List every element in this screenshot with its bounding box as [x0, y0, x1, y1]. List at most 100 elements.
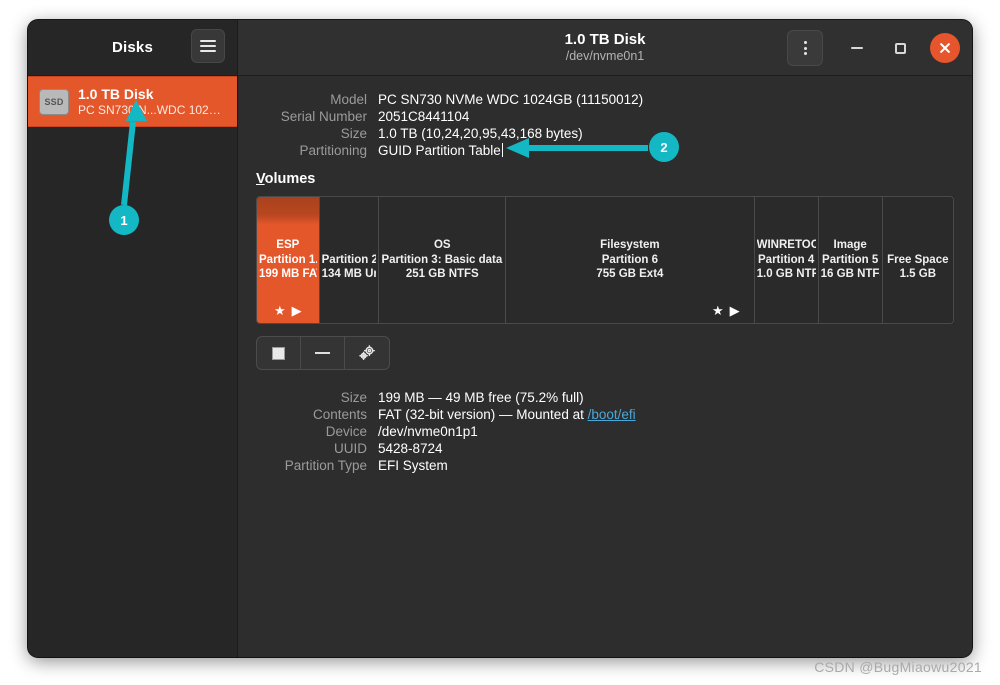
- volume-label-line: Partition 4: [757, 253, 816, 268]
- volume-label-line: 1.0 GB NTFS: [757, 267, 816, 282]
- hamburger-menu-icon[interactable]: [191, 29, 225, 63]
- volume-label-line: Free Space: [885, 253, 951, 268]
- volume-label-line: 1.5 GB: [885, 267, 951, 282]
- volume-label-line: 199 MB FAT: [259, 267, 317, 282]
- ssd-icon: SSD: [39, 89, 69, 115]
- volume-details-link[interactable]: /boot/efi: [588, 407, 636, 422]
- volume-partition[interactable]: ImagePartition 516 GB NTFS: [819, 197, 883, 323]
- vertical-dots-glyph: [804, 39, 807, 56]
- dot: [804, 41, 807, 44]
- sidebar-disk-item[interactable]: SSD 1.0 TB DiskPC SN730 N...WDC 1024GB: [28, 76, 237, 127]
- sidebar-title: Disks: [112, 39, 153, 56]
- volume-details-value: 199 MB — 49 MB free (75.2% full): [378, 390, 584, 405]
- volume-label-line: Partition 6: [508, 253, 751, 268]
- bootable-star-icon: ★: [712, 304, 724, 317]
- volume-label-block: Partition 2...134 MB Un...: [320, 238, 379, 282]
- drive-info-table: ModelPC SN730 NVMe WDC 1024GB (11150012)…: [256, 92, 954, 158]
- drive-info-value: GUID Partition Table: [378, 143, 503, 158]
- mounted-play-icon: ▶: [730, 304, 740, 317]
- sidebar-header: Disks: [28, 20, 238, 75]
- window-controls: [787, 20, 960, 76]
- drive-info-label: Model: [256, 92, 378, 107]
- close-icon[interactable]: [930, 33, 960, 63]
- disk-sidebar: SSD 1.0 TB DiskPC SN730 N...WDC 1024GB: [28, 76, 238, 657]
- volume-details-label: Device: [256, 424, 378, 439]
- volume-label-line: Filesystem: [508, 238, 751, 253]
- drive-info-row: Size1.0 TB (10,24,20,95,43,168 bytes): [256, 126, 954, 141]
- volume-details-value: 5428-8724: [378, 441, 443, 456]
- drive-info-row: Serial Number2051C8441104: [256, 109, 954, 124]
- volume-partition[interactable]: ESPPartition 1...199 MB FAT★▶: [257, 197, 320, 323]
- volume-label-block: ImagePartition 516 GB NTFS: [819, 238, 882, 282]
- title-bar: Disks 1.0 TB Disk /dev/nvme0n1: [28, 20, 972, 76]
- volume-details-row: ContentsFAT (32-bit version) — Mounted a…: [256, 407, 954, 422]
- volumes-heading-mnemonic: V: [256, 171, 265, 187]
- hamburger-bar: [200, 40, 216, 42]
- title-bar-main: 1.0 TB Disk /dev/nvme0n1: [238, 20, 972, 75]
- volume-partition[interactable]: Partition 2...134 MB Un...: [320, 197, 380, 323]
- volume-details-value: /dev/nvme0n1p1: [378, 424, 478, 439]
- volume-label-line: Partition 3: Basic data ...: [381, 253, 503, 268]
- minimize-glyph: [851, 47, 863, 49]
- volume-details-row: UUID5428-8724: [256, 441, 954, 456]
- bootable-star-icon: ★: [274, 304, 286, 317]
- text-cursor: [502, 143, 503, 157]
- annotation-marker-2: 2: [649, 132, 679, 162]
- maximize-icon[interactable]: [883, 31, 917, 65]
- volume-label-block: Free Space1.5 GB: [883, 238, 953, 282]
- volume-details-label: Size: [256, 390, 378, 405]
- vertical-dots-icon[interactable]: [787, 30, 823, 66]
- disk-subtitle: PC SN730 N...WDC 1024GB: [78, 103, 227, 117]
- volume-label-line: ESP: [259, 238, 317, 253]
- minimize-icon[interactable]: [840, 31, 874, 65]
- volume-label-line: 134 MB Un...: [322, 267, 377, 282]
- volume-partition[interactable]: FilesystemPartition 6755 GB Ext4 ★ ▶: [506, 197, 754, 323]
- volume-label-block: OSPartition 3: Basic data ...251 GB NTFS: [379, 238, 505, 282]
- hamburger-bar: [200, 45, 216, 47]
- volume-label-line: 16 GB NTFS: [821, 267, 880, 282]
- window-body: SSD 1.0 TB DiskPC SN730 N...WDC 1024GB Mo…: [28, 76, 972, 657]
- volume-partition[interactable]: Free Space1.5 GB: [883, 197, 953, 323]
- volume-partition[interactable]: OSPartition 3: Basic data ...251 GB NTFS: [379, 197, 506, 323]
- volumes-grid[interactable]: ESPPartition 1...199 MB FAT★▶ Partition …: [256, 196, 954, 324]
- disk-list: SSD 1.0 TB DiskPC SN730 N...WDC 1024GB: [28, 76, 237, 127]
- volume-details-label: UUID: [256, 441, 378, 456]
- disk-text-block: 1.0 TB DiskPC SN730 N...WDC 1024GB: [78, 86, 227, 117]
- hamburger-bar: [200, 50, 216, 52]
- volume-details-label: Contents: [256, 407, 378, 422]
- volume-label-line: [322, 238, 377, 253]
- unmount-button[interactable]: [257, 337, 301, 369]
- volume-label-line: Partition 5: [821, 253, 880, 268]
- volume-details-row: Device/dev/nvme0n1p1: [256, 424, 954, 439]
- volume-badges: ★▶: [257, 304, 319, 317]
- delete-partition-button[interactable]: [301, 337, 345, 369]
- volume-label-line: OS: [381, 238, 503, 253]
- volume-details-row: Partition TypeEFI System: [256, 458, 954, 473]
- drive-info-value: PC SN730 NVMe WDC 1024GB (11150012): [378, 92, 643, 107]
- volume-toolbar: [256, 336, 390, 370]
- volume-partition[interactable]: WINRETOO...Partition 41.0 GB NTFS: [755, 197, 819, 323]
- volume-label-line: [885, 238, 951, 253]
- hamburger-icon-glyph: [200, 38, 216, 54]
- stop-square-icon: [272, 347, 285, 360]
- maximize-glyph: [895, 43, 906, 54]
- volume-details-table: Size199 MB — 49 MB free (75.2% full)Cont…: [256, 390, 954, 473]
- dot: [804, 52, 807, 55]
- drive-info-value: 1.0 TB (10,24,20,95,43,168 bytes): [378, 126, 583, 141]
- disk-name: 1.0 TB Disk: [78, 86, 227, 103]
- drive-info-label: Serial Number: [256, 109, 378, 124]
- more-actions-button[interactable]: [345, 337, 389, 369]
- volume-label-line: Partition 1...: [259, 253, 317, 268]
- volume-details-row: Size199 MB — 49 MB free (75.2% full): [256, 390, 954, 405]
- minus-icon: [315, 352, 330, 354]
- volume-label-block: FilesystemPartition 6755 GB Ext4: [506, 238, 753, 282]
- mounted-play-icon: ▶: [292, 304, 302, 317]
- annotation-marker-1: 1: [109, 205, 139, 235]
- volumes-heading: Volumes: [256, 171, 954, 187]
- drive-info-label: Size: [256, 126, 378, 141]
- drive-info-label: Partitioning: [256, 143, 378, 158]
- volume-label-line: WINRETOO...: [757, 238, 816, 253]
- gears-icon: [357, 343, 377, 363]
- dot: [804, 47, 807, 50]
- volume-details-label: Partition Type: [256, 458, 378, 473]
